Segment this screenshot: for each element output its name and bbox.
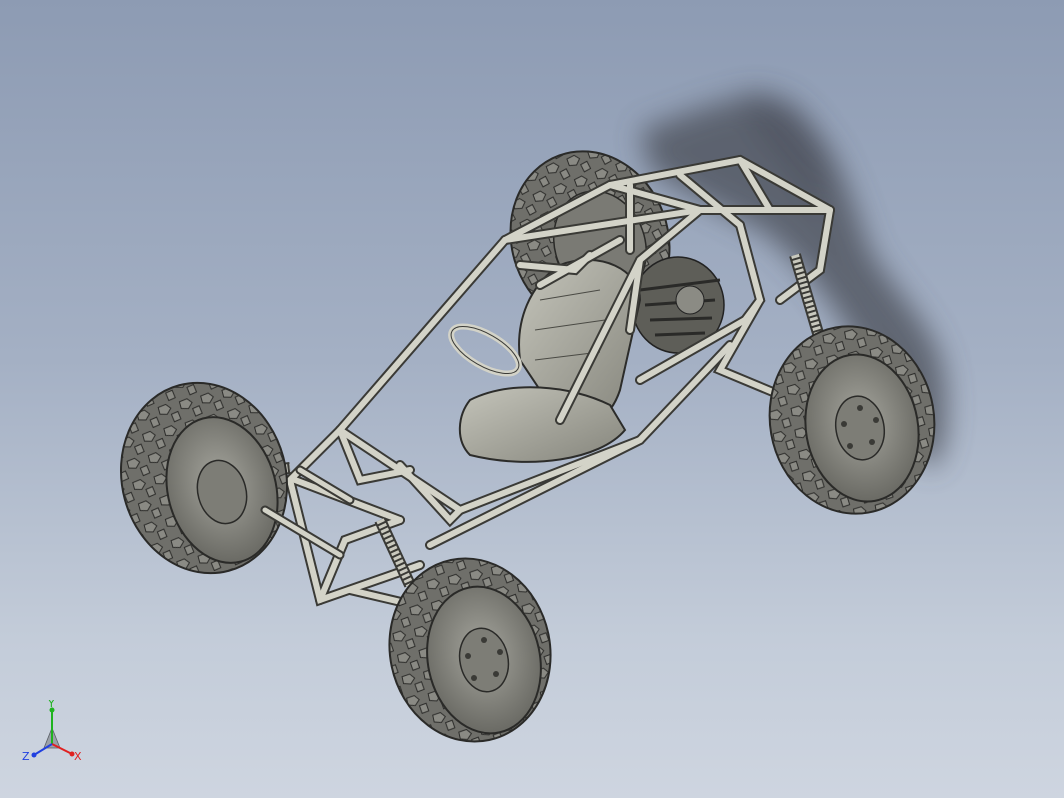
seat[interactable] [458,259,642,463]
x-axis-line [51,743,73,755]
z-axis-line [33,743,53,756]
view-orientation-triad[interactable]: Y X Z [16,700,88,772]
z-axis-label: Z [22,750,30,763]
front-left-wheel[interactable] [100,364,308,592]
3d-viewport[interactable]: Y X Z [0,0,1064,798]
buggy-model[interactable] [0,0,1064,798]
x-axis-label: X [74,750,82,763]
steering-wheel[interactable] [444,317,526,383]
y-axis-label: Y [47,700,55,710]
